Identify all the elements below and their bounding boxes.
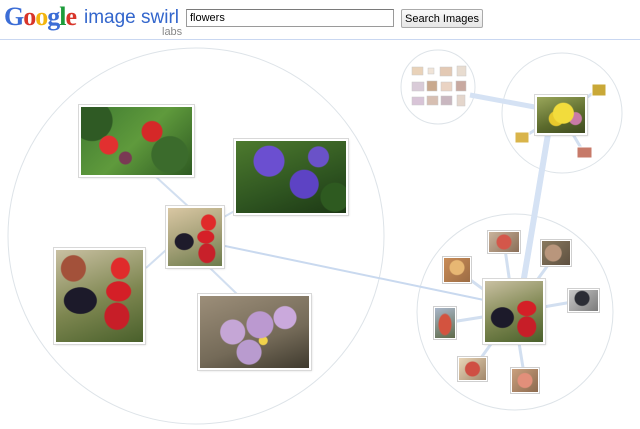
grid-thumb (427, 67, 435, 75)
flower-photo-icon (435, 308, 455, 338)
flower-photo-icon (459, 358, 486, 380)
grid-thumb (411, 96, 425, 106)
grid-thumb (456, 94, 466, 107)
butterfly-cluster-thumb[interactable] (443, 257, 471, 283)
flower-photo-icon (444, 258, 470, 282)
swirl-canvas[interactable] (0, 41, 640, 429)
butterfly-cluster-thumb[interactable] (458, 357, 487, 381)
butterfly-cluster-thumb[interactable] (434, 307, 456, 339)
grid-thumb (426, 95, 439, 106)
purple-flower-photo-icon (236, 141, 346, 213)
grid-thumb (411, 81, 425, 92)
lavender-flowers-thumb[interactable] (198, 294, 311, 370)
logo-labs-label: labs (162, 26, 183, 38)
butterfly-flower-photo-icon (168, 208, 222, 266)
butterfly-flower-photo-icon (56, 250, 143, 342)
red-flower-photo-icon (81, 107, 192, 175)
butterfly-cluster-thumb[interactable] (511, 368, 539, 393)
lavender-flower-photo-icon (200, 296, 309, 368)
link-main-4 (209, 267, 239, 296)
logo-letter: G (4, 2, 24, 31)
grid-thumb (456, 65, 467, 77)
link-yellow-butterfly (519, 133, 551, 291)
search-input[interactable] (186, 9, 394, 27)
flower-photo-icon (542, 241, 570, 265)
grid-thumb (411, 66, 424, 76)
butterfly-cluster-thumb[interactable] (541, 240, 571, 266)
logo-letter: e (65, 2, 77, 31)
grid-thumb (426, 80, 438, 92)
link-main-3 (145, 249, 167, 269)
purple-geranium-thumb[interactable] (234, 139, 348, 215)
grid-thumb (440, 95, 453, 106)
person-photo-icon (569, 290, 598, 311)
logo-letter: o (35, 2, 48, 31)
google-image-swirl-logo[interactable]: Google image swirl labs (4, 2, 183, 39)
link-main-1 (154, 175, 191, 209)
header-bar: Google image swirl labs Search Images (0, 0, 640, 40)
grid-thumb (455, 80, 467, 92)
grid-cluster-thumbs (411, 65, 467, 107)
butterfly-cardinal-large-thumb[interactable] (54, 248, 145, 344)
yellow-flower-center-thumb[interactable] (535, 95, 587, 135)
logo-letter: o (23, 2, 36, 31)
search-images-button[interactable]: Search Images (401, 9, 483, 28)
butterfly-cluster-thumb[interactable] (488, 231, 520, 253)
yellow-flower-photo-icon (537, 97, 585, 133)
butterfly-cluster-center-thumb[interactable] (483, 279, 545, 344)
butterfly-flower-photo-icon (485, 281, 543, 342)
butterfly-cardinal-center-thumb[interactable] (166, 206, 224, 268)
logo-letter: g (47, 2, 60, 31)
butterfly-cluster-thumb[interactable] (568, 289, 599, 312)
flower-photo-icon (489, 232, 519, 252)
link-grid-yellow (469, 92, 541, 111)
grid-thumb (439, 66, 453, 77)
google-wordmark: Google (4, 2, 77, 31)
flower-photo-icon (512, 369, 538, 392)
grid-thumb (440, 81, 453, 92)
red-flowers-thumb[interactable] (79, 105, 194, 177)
